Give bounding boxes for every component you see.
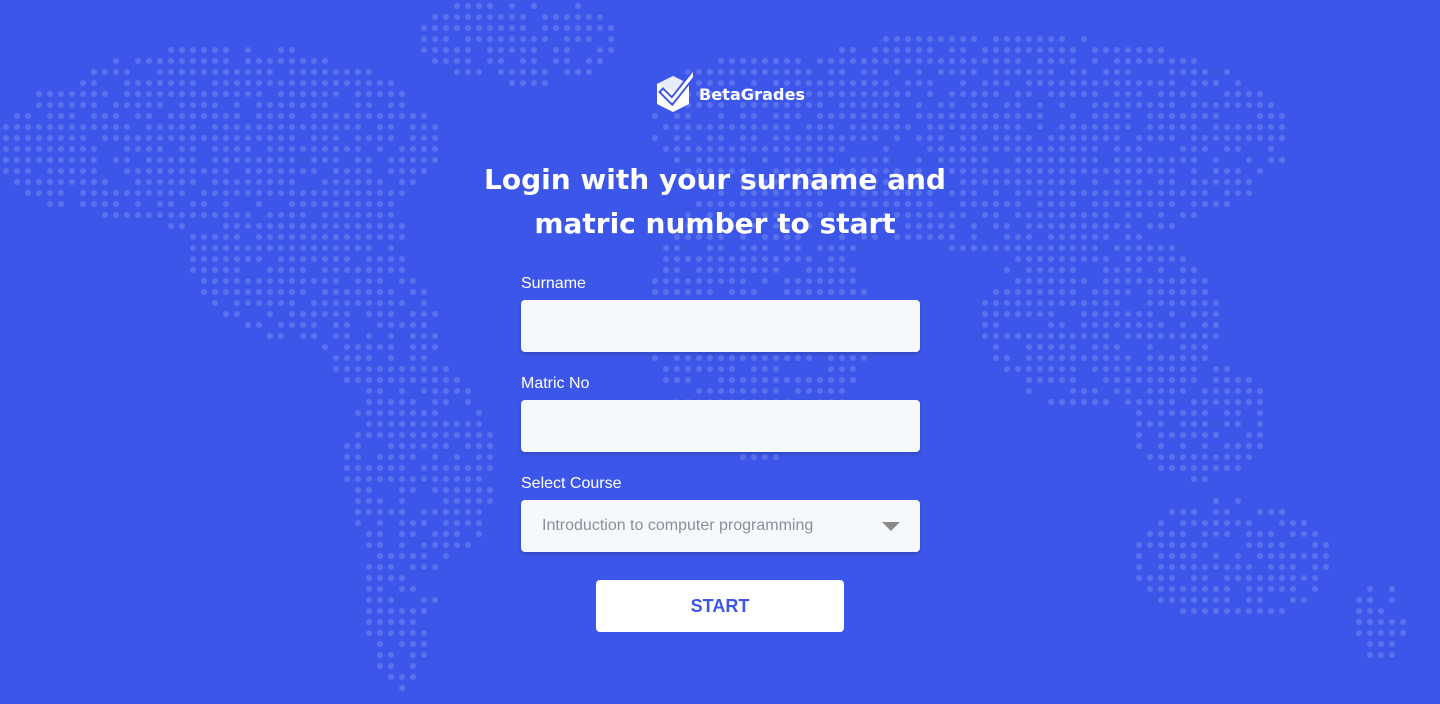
course-selected-value: Introduction to computer programming	[542, 517, 814, 534]
select-course-label: Select Course	[521, 475, 622, 492]
matric-no-input[interactable]	[521, 400, 920, 452]
surname-label: Surname	[521, 275, 586, 292]
page-title: Login with your surname and matric numbe…	[420, 158, 1010, 246]
page-title-line-1: Login with your surname and	[484, 163, 946, 196]
brand-logo: BetaGrades	[655, 70, 805, 118]
start-button[interactable]: START	[596, 580, 844, 632]
checkmark-cube-icon	[657, 70, 693, 112]
brand-name: BetaGrades	[699, 84, 806, 104]
matric-no-label: Matric No	[521, 375, 590, 392]
caret-down-icon	[882, 521, 900, 531]
page-title-line-2: matric number to start	[534, 207, 896, 240]
course-select[interactable]: Introduction to computer programming	[521, 500, 920, 552]
surname-input[interactable]	[521, 300, 920, 352]
